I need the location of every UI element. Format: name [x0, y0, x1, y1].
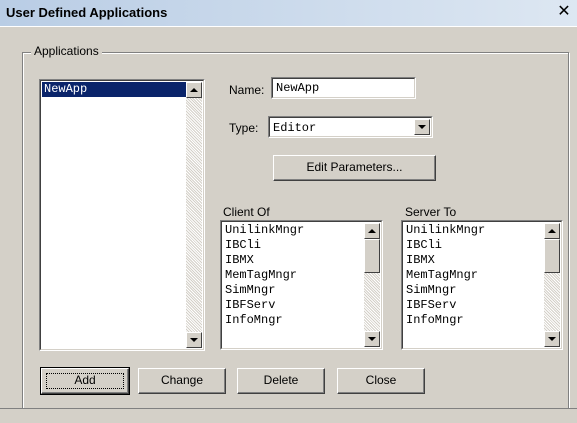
list-item[interactable]: IBCli [223, 238, 364, 253]
server-to-label: Server To [405, 205, 457, 219]
name-label: Name: [229, 83, 265, 97]
window-title: User Defined Applications [6, 5, 168, 20]
arrow-up-icon [368, 229, 376, 233]
server-to-list[interactable]: UnilinkMngr IBCli IBMX MemTagMngr SimMngr IBF… [401, 220, 563, 350]
title-bar: User Defined Applications ✕ [0, 0, 577, 26]
list-item[interactable]: SimMngr [404, 283, 544, 298]
scroll-up-button[interactable] [186, 82, 202, 98]
close-icon[interactable]: ✕ [555, 3, 573, 21]
list-item[interactable]: IBFServ [404, 298, 544, 313]
name-input[interactable]: NewApp [271, 77, 416, 99]
applications-group-label: Applications [31, 44, 102, 58]
close-button-label: Close [365, 373, 397, 387]
arrow-down-icon [368, 337, 376, 341]
list-item[interactable]: UnilinkMngr [404, 223, 544, 238]
type-select-value: Editor [273, 121, 317, 135]
scroll-up-button[interactable] [544, 223, 560, 239]
list-item[interactable]: InfoMngr [223, 313, 364, 328]
arrow-down-icon [190, 338, 198, 342]
client-of-scrollbar[interactable] [364, 223, 380, 347]
arrow-down-icon [548, 337, 556, 341]
client-of-list[interactable]: UnilinkMngr IBCli IBMX MemTagMngr SimMngr IBF… [220, 220, 383, 350]
type-select[interactable]: Editor [268, 116, 433, 138]
server-to-scrollbar[interactable] [544, 223, 560, 347]
type-dropdown-button[interactable] [414, 119, 430, 135]
scroll-down-button[interactable] [544, 331, 560, 347]
client-of-list-items: UnilinkMngr IBCli IBMX MemTagMngr SimMngr IBF… [223, 223, 364, 328]
delete-button[interactable]: Delete [237, 368, 325, 394]
list-item[interactable]: MemTagMngr [404, 268, 544, 283]
arrow-up-icon [548, 229, 556, 233]
close-button[interactable]: Close [337, 368, 425, 394]
list-item[interactable]: IBMX [223, 253, 364, 268]
list-item[interactable]: IBFServ [223, 298, 364, 313]
scroll-down-button[interactable] [186, 332, 202, 348]
applications-list[interactable]: NewApp [39, 79, 205, 351]
add-button-label: Add [74, 373, 96, 387]
list-item[interactable]: IBCli [404, 238, 544, 253]
scroll-thumb[interactable] [364, 239, 380, 273]
delete-button-label: Delete [263, 373, 299, 387]
change-button-label: Change [160, 373, 204, 387]
edit-parameters-button[interactable]: Edit Parameters... [273, 155, 436, 181]
applications-list-items: NewApp [42, 82, 186, 97]
change-button[interactable]: Change [138, 368, 226, 394]
name-input-value: NewApp [276, 81, 320, 95]
window-bottom-edge [0, 408, 577, 423]
client-of-label: Client Of [223, 205, 270, 219]
list-item[interactable]: SimMngr [223, 283, 364, 298]
list-item[interactable]: MemTagMngr [223, 268, 364, 283]
scroll-down-button[interactable] [364, 331, 380, 347]
arrow-up-icon [190, 88, 198, 92]
server-to-list-items: UnilinkMngr IBCli IBMX MemTagMngr SimMngr IBF… [404, 223, 544, 328]
type-label: Type: [229, 121, 259, 135]
scroll-thumb[interactable] [544, 239, 560, 273]
list-item[interactable]: NewApp [42, 82, 186, 97]
applications-list-scrollbar[interactable] [186, 82, 202, 348]
scroll-up-button[interactable] [364, 223, 380, 239]
frame-edge [0, 26, 577, 27]
list-item[interactable]: IBMX [404, 253, 544, 268]
add-button[interactable]: Add [40, 367, 130, 395]
chevron-down-icon [418, 125, 426, 129]
edit-parameters-label: Edit Parameters... [306, 160, 403, 174]
list-item[interactable]: UnilinkMngr [223, 223, 364, 238]
list-item[interactable]: InfoMngr [404, 313, 544, 328]
